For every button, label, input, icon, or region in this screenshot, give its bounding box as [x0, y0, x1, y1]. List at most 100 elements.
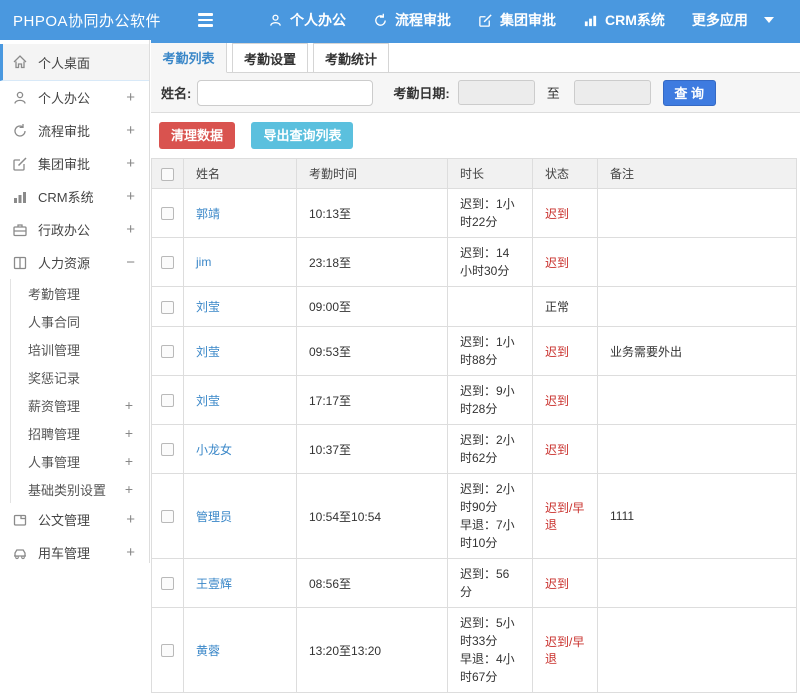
sidebar-item-hr[interactable]: 人力资源 − — [0, 246, 149, 279]
name-input[interactable] — [197, 79, 374, 106]
date-to-input[interactable] — [573, 80, 651, 105]
book-icon — [12, 255, 29, 271]
expand-toggle[interactable]: + — [126, 221, 135, 238]
employee-name-link[interactable]: 刘莹 — [196, 300, 220, 314]
status-badge: 迟到 — [532, 188, 598, 238]
employee-name-link[interactable]: 黄蓉 — [196, 644, 220, 658]
expand-toggle[interactable]: + — [126, 511, 135, 528]
date-from-input[interactable] — [457, 80, 535, 105]
tab-attendance-list[interactable]: 考勤列表 — [151, 43, 227, 73]
sidebar-item-label: 个人桌面 — [38, 55, 91, 71]
status-badge: 迟到/早退 — [532, 473, 598, 559]
sidebar-subitem-label: 奖惩记录 — [28, 370, 81, 386]
status-badge: 迟到 — [532, 375, 598, 425]
user-icon — [12, 90, 29, 106]
sidebar-subitem-salary[interactable]: 薪资管理 + — [11, 391, 149, 419]
employee-name-link[interactable]: 王壹辉 — [196, 577, 232, 591]
nav-group-approval[interactable]: 集团审批 — [478, 10, 556, 30]
topbar: PHPOA协同办公软件 个人办公 流程审批 集团审批 CRM系统 更多应用 — [0, 0, 800, 40]
sidebar-item-personal-office[interactable]: 个人办公 + — [0, 81, 149, 114]
sidebar-item-documents[interactable]: 公文管理 + — [0, 503, 149, 536]
table-row: 郭靖 10:13至 迟到：1小时22分 迟到 — [151, 188, 797, 238]
expand-toggle[interactable]: + — [126, 89, 135, 106]
sidebar-subitem-base-categories[interactable]: 基础类别设置 + — [11, 475, 149, 503]
sidebar-item-workflow[interactable]: 流程审批 + — [0, 114, 149, 147]
refresh-arrow-icon — [373, 13, 388, 28]
tab-attendance-settings[interactable]: 考勤设置 — [232, 43, 308, 73]
expand-toggle[interactable]: + — [126, 122, 135, 139]
date-label: 考勤日期: — [393, 86, 450, 101]
table-row: 刘莹 09:00至 正常 — [151, 286, 797, 327]
table-row: 管理员 10:54至10:54 迟到：2小时90分 早退：7小时10分 迟到/早退… — [151, 473, 797, 559]
sidebar-item-group-approval[interactable]: 集团审批 + — [0, 147, 149, 180]
attendance-table: 姓名 考勤时间 时长 状态 备注 郭靖 10:13至 迟到：1小时22分 迟到 … — [151, 158, 797, 693]
bar-chart-icon — [583, 13, 598, 28]
row-checkbox[interactable] — [161, 207, 174, 221]
sidebar-item-desktop[interactable]: 个人桌面 — [0, 44, 149, 81]
row-checkbox[interactable] — [161, 300, 174, 314]
employee-name-link[interactable]: 郭靖 — [196, 207, 220, 221]
nav-crm-system[interactable]: CRM系统 — [583, 10, 665, 30]
row-checkbox[interactable] — [161, 345, 174, 359]
sidebar-subitem-training[interactable]: 培训管理 — [11, 335, 149, 363]
sidebar-subitem-label: 人事管理 — [28, 454, 81, 470]
col-header-name: 姓名 — [183, 158, 297, 189]
expand-toggle[interactable]: + — [126, 544, 135, 561]
row-checkbox[interactable] — [161, 394, 174, 408]
employee-name-link[interactable]: 刘莹 — [196, 345, 220, 359]
sidebar-item-vehicles[interactable]: 用车管理 + — [0, 536, 149, 569]
search-button[interactable]: 查 询 — [662, 79, 716, 106]
expand-toggle[interactable]: + — [126, 155, 135, 172]
expand-toggle[interactable]: + — [125, 481, 133, 497]
sidebar-subitem-personnel[interactable]: 人事管理 + — [11, 447, 149, 475]
sidebar-subitem-rewards[interactable]: 奖惩记录 — [11, 363, 149, 391]
nav-workflow-approval[interactable]: 流程审批 — [373, 10, 451, 30]
main-content: 考勤列表 考勤设置 考勤统计 姓名: 考勤日期: 至 查 询 清理数据 导出查询… — [151, 40, 800, 693]
row-checkbox[interactable] — [161, 510, 174, 524]
export-list-button[interactable]: 导出查询列表 — [251, 122, 354, 149]
note-cell: 1111 — [597, 473, 797, 559]
table-row: 刘莹 09:53至 迟到：1小时88分 迟到 业务需要外出 — [151, 326, 797, 376]
expand-toggle[interactable]: + — [125, 397, 133, 413]
employee-name-link[interactable]: 小龙女 — [196, 443, 232, 457]
sidebar-subitem-contracts[interactable]: 人事合同 — [11, 307, 149, 335]
nav-personal-office[interactable]: 个人办公 — [268, 10, 346, 30]
sidebar-subitem-label: 人事合同 — [28, 314, 81, 330]
sidebar-item-label: 公文管理 — [38, 513, 91, 528]
row-checkbox[interactable] — [161, 644, 174, 658]
row-checkbox[interactable] — [161, 256, 174, 270]
tab-attendance-stats[interactable]: 考勤统计 — [313, 43, 389, 73]
row-checkbox[interactable] — [161, 577, 174, 591]
note-cell — [597, 607, 797, 693]
select-all-checkbox[interactable] — [161, 167, 174, 181]
employee-name-link[interactable]: 管理员 — [196, 510, 232, 524]
expand-toggle[interactable]: + — [126, 188, 135, 205]
top-navigation: 个人办公 流程审批 集团审批 CRM系统 更多应用 — [241, 10, 774, 30]
sidebar-item-label: 个人办公 — [38, 91, 91, 106]
app-logo: PHPOA协同办公软件 — [13, 12, 162, 30]
tab-strip: 考勤列表 考勤设置 考勤统计 — [151, 43, 800, 73]
attendance-time: 13:20至13:20 — [296, 607, 448, 693]
sidebar-item-crm[interactable]: CRM系统 + — [0, 180, 149, 213]
attendance-time: 10:54至10:54 — [296, 473, 448, 559]
sidebar-subitem-recruiting[interactable]: 招聘管理 + — [11, 419, 149, 447]
menu-toggle-icon[interactable] — [198, 13, 213, 27]
col-header-note: 备注 — [597, 158, 797, 189]
sidebar-subitem-attendance[interactable]: 考勤管理 — [11, 279, 149, 307]
note-cell — [597, 188, 797, 238]
clean-data-button[interactable]: 清理数据 — [159, 122, 236, 149]
employee-name-link[interactable]: 刘莹 — [196, 394, 220, 408]
expand-toggle[interactable]: + — [125, 453, 133, 469]
sidebar-item-admin-office[interactable]: 行政办公 + — [0, 213, 149, 246]
row-checkbox[interactable] — [161, 443, 174, 457]
refresh-arrow-icon — [12, 123, 29, 139]
search-filter-bar: 姓名: 考勤日期: 至 查 询 — [151, 73, 800, 113]
nav-more-apps[interactable]: 更多应用 — [692, 10, 774, 30]
duration-cell: 迟到：14小时30分 — [447, 237, 533, 287]
employee-name-link[interactable]: jim — [196, 255, 211, 269]
status-badge: 迟到 — [532, 237, 598, 287]
sidebar-item-label: 用车管理 — [38, 546, 91, 561]
note-cell — [597, 424, 797, 474]
expand-toggle[interactable]: + — [125, 425, 133, 441]
collapse-toggle[interactable]: − — [126, 254, 135, 271]
